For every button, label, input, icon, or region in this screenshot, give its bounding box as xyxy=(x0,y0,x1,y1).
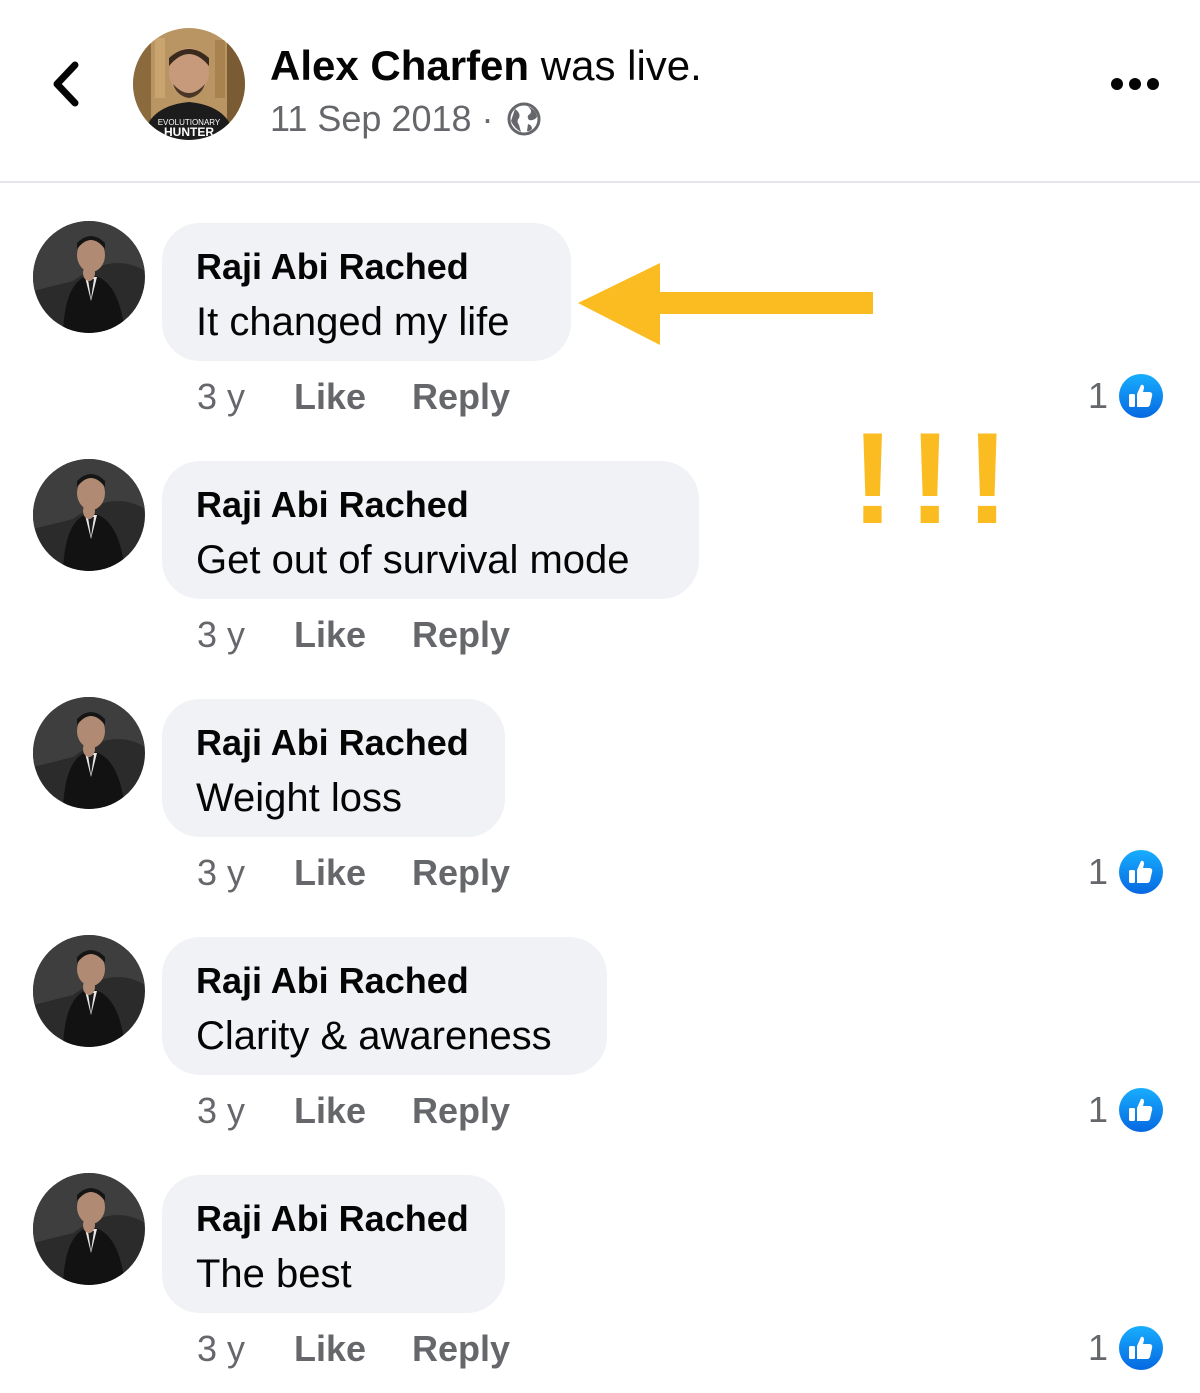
reaction-summary[interactable]: 1 xyxy=(1088,371,1164,421)
author-name[interactable]: Alex Charfen xyxy=(270,42,529,89)
svg-text:HUNTER: HUNTER xyxy=(164,125,214,139)
commenter-avatar[interactable] xyxy=(33,221,145,333)
author-avatar[interactable]: EVOLUTIONARY HUNTER xyxy=(133,28,245,140)
more-horizontal-icon xyxy=(1111,78,1159,90)
author-line: Alex Charfen was live. xyxy=(270,38,702,94)
thumbs-up-icon xyxy=(1119,374,1164,418)
chevron-left-icon xyxy=(53,61,79,107)
commenter-avatar[interactable] xyxy=(33,1173,145,1285)
thumbs-up-icon xyxy=(1119,1326,1164,1370)
like-button[interactable]: Like xyxy=(294,1328,412,1370)
post-date[interactable]: 11 Sep 2018 · xyxy=(270,98,494,140)
reply-button[interactable]: Reply xyxy=(412,852,510,894)
like-button[interactable]: Like xyxy=(294,852,412,894)
thumbs-up-icon xyxy=(1119,850,1164,894)
reaction-count: 1 xyxy=(1088,1089,1109,1130)
commenter-avatar[interactable] xyxy=(33,459,145,571)
reply-button[interactable]: Reply xyxy=(412,376,510,418)
comment-actions: 3 y Like Reply xyxy=(197,1089,510,1133)
comment-text: It changed my life xyxy=(196,300,510,344)
annotation-arrow-icon xyxy=(578,263,873,345)
commenter-name[interactable]: Raji Abi Rached xyxy=(196,245,469,289)
comment-time[interactable]: 3 y xyxy=(197,1328,294,1370)
like-button[interactable]: Like xyxy=(294,376,412,418)
back-button[interactable] xyxy=(40,54,90,114)
comment-actions: 3 y Like Reply xyxy=(197,851,510,895)
reaction-count: 1 xyxy=(1088,375,1109,416)
comment-bubble[interactable]: Raji Abi Rached Clarity & awareness xyxy=(162,937,607,1075)
svg-text:!!!: !!! xyxy=(862,415,1012,535)
commenter-name[interactable]: Raji Abi Rached xyxy=(196,721,469,765)
reaction-count: 1 xyxy=(1088,1327,1109,1368)
reply-button[interactable]: Reply xyxy=(412,1328,510,1370)
commenter-name[interactable]: Raji Abi Rached xyxy=(196,1197,469,1241)
reaction-summary[interactable]: 1 xyxy=(1088,847,1164,897)
comment-time[interactable]: 3 y xyxy=(197,1090,294,1132)
comment-text: Weight loss xyxy=(196,776,403,820)
comment-actions: 3 y Like Reply xyxy=(197,613,510,657)
comment-bubble[interactable]: Raji Abi Rached Weight loss xyxy=(162,699,505,837)
comment-time[interactable]: 3 y xyxy=(197,852,294,894)
reaction-summary[interactable]: 1 xyxy=(1088,1085,1164,1135)
annotation-exclamation: !!! xyxy=(862,415,1012,535)
post-meta: 11 Sep 2018 · xyxy=(270,98,702,140)
comment-text: Get out of survival mode xyxy=(196,538,630,582)
globe-icon xyxy=(507,102,541,136)
comment-bubble[interactable]: Raji Abi Rached It changed my life xyxy=(162,223,571,361)
header-text: Alex Charfen was live. 11 Sep 2018 · xyxy=(270,38,702,140)
reaction-summary[interactable]: 1 xyxy=(1088,1323,1164,1373)
commenter-avatar[interactable] xyxy=(33,697,145,809)
commenter-avatar[interactable] xyxy=(33,935,145,1047)
comment-text: Clarity & awareness xyxy=(196,1014,552,1058)
post-header: EVOLUTIONARY HUNTER Alex Charfen was liv… xyxy=(0,0,1200,183)
comment-actions: 3 y Like Reply xyxy=(197,375,510,419)
like-button[interactable]: Like xyxy=(294,614,412,656)
commenter-name[interactable]: Raji Abi Rached xyxy=(196,483,469,527)
comment-text: The best xyxy=(196,1252,352,1296)
comment-item: Raji Abi Rached Weight loss 3 y Like Rep… xyxy=(0,697,1200,917)
comment-bubble[interactable]: Raji Abi Rached The best xyxy=(162,1175,505,1313)
reply-button[interactable]: Reply xyxy=(412,614,510,656)
comment-time[interactable]: 3 y xyxy=(197,614,294,656)
thumbs-up-icon xyxy=(1119,1088,1164,1132)
comment-bubble[interactable]: Raji Abi Rached Get out of survival mode xyxy=(162,461,699,599)
comment-actions: 3 y Like Reply xyxy=(197,1327,510,1371)
comment-item: Raji Abi Rached Get out of survival mode… xyxy=(0,459,1200,679)
like-button[interactable]: Like xyxy=(294,1090,412,1132)
more-options-button[interactable] xyxy=(1100,66,1170,102)
live-status: was live. xyxy=(540,42,702,89)
comment-item: Raji Abi Rached Clarity & awareness 3 y … xyxy=(0,935,1200,1155)
comment-time[interactable]: 3 y xyxy=(197,376,294,418)
reply-button[interactable]: Reply xyxy=(412,1090,510,1132)
commenter-name[interactable]: Raji Abi Rached xyxy=(196,959,469,1003)
comment-item: Raji Abi Rached The best 3 y Like Reply … xyxy=(0,1173,1200,1393)
reaction-count: 1 xyxy=(1088,851,1109,892)
